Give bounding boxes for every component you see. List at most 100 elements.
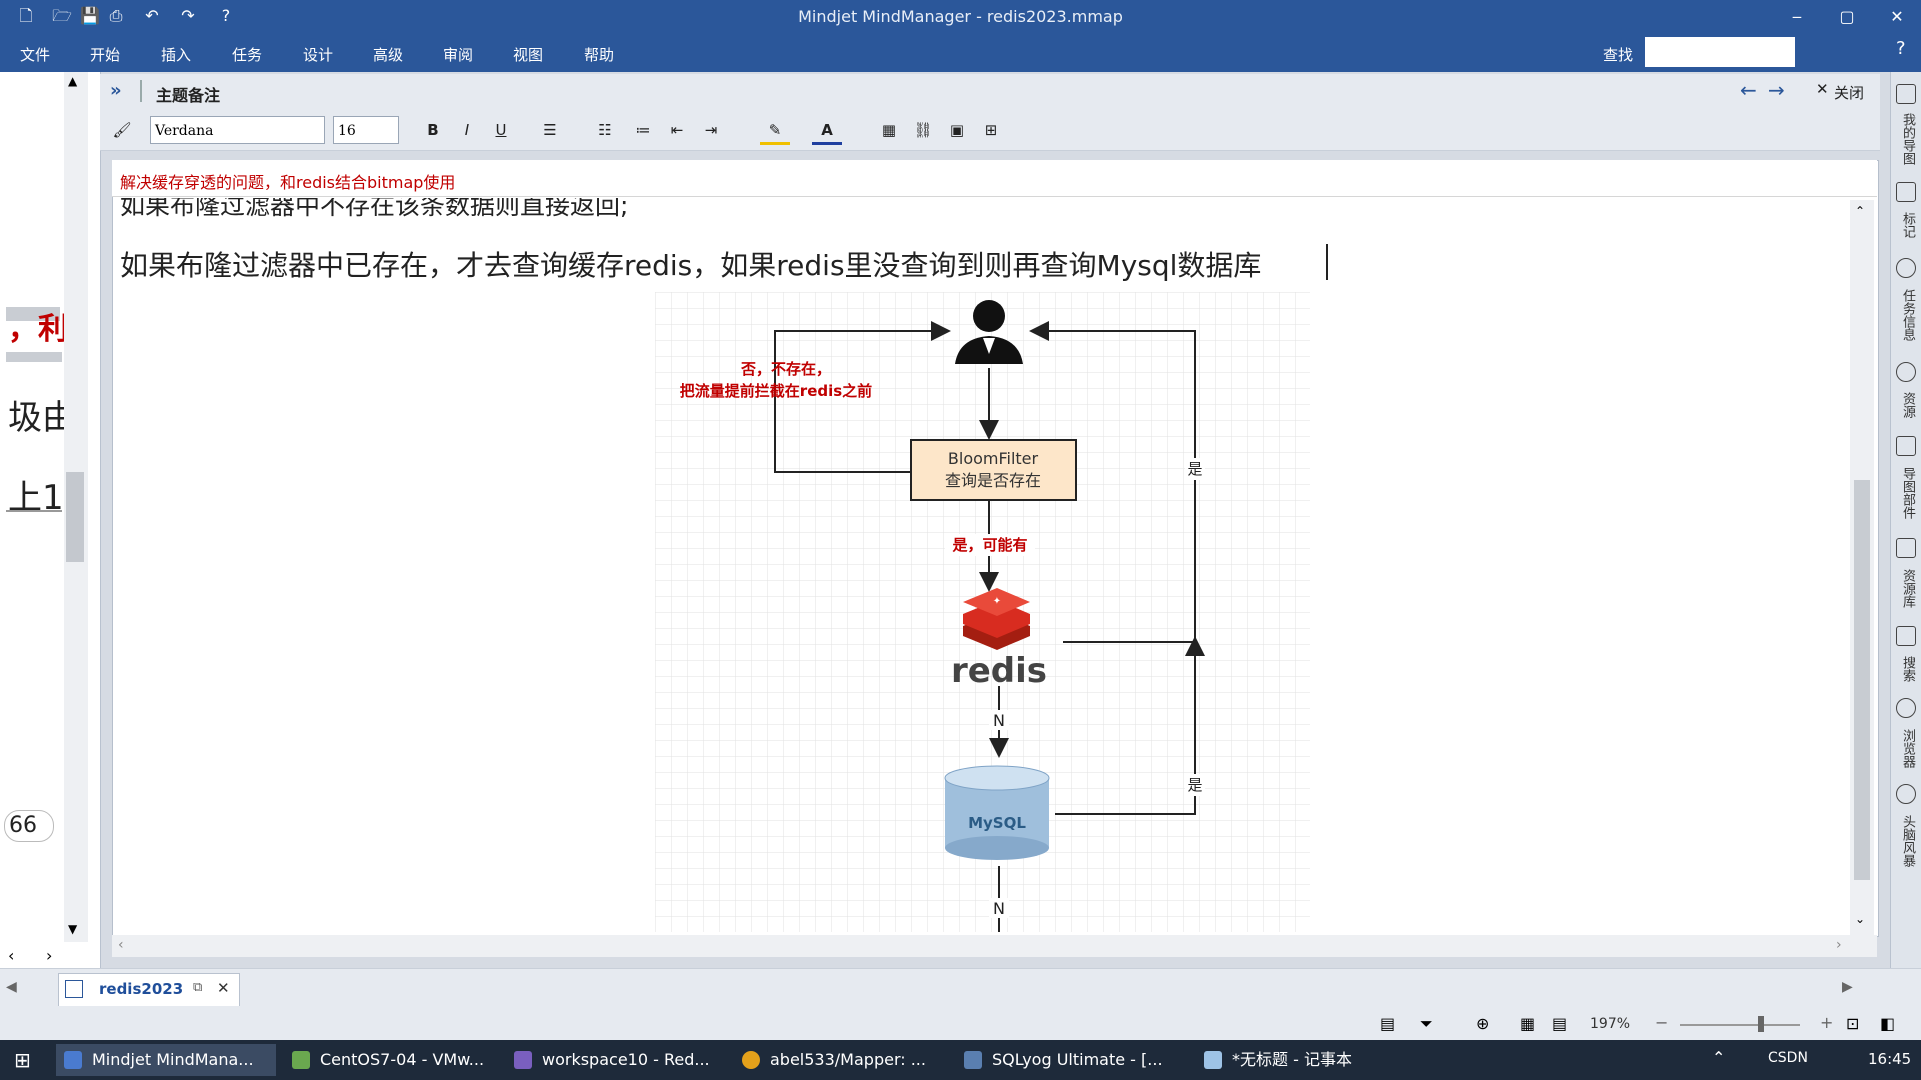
font-color-icon[interactable]: A	[812, 118, 842, 145]
scroll-down-icon[interactable]: ▼	[68, 922, 77, 936]
numbered-list-icon[interactable]: ☷	[590, 118, 620, 142]
dock-task-info[interactable]: 任务信息	[1895, 284, 1917, 346]
my-maps-icon[interactable]	[1896, 84, 1916, 104]
nav-left-icon[interactable]: ‹	[8, 946, 14, 965]
menu-design[interactable]: 设计	[303, 44, 333, 65]
search-dock-icon[interactable]	[1896, 626, 1916, 646]
task-workspace[interactable]: workspace10 - Red...	[506, 1044, 726, 1076]
task-mindmanager[interactable]: Mindjet MindMana...	[56, 1044, 276, 1076]
page-layout-icon[interactable]: ▤	[1380, 1014, 1395, 1033]
resources-icon[interactable]	[1896, 362, 1916, 382]
brainstorm-icon[interactable]	[1896, 784, 1916, 804]
menu-file[interactable]: 文件	[20, 44, 50, 65]
library-icon[interactable]	[1896, 538, 1916, 558]
expand-icon[interactable]: »	[110, 80, 122, 101]
help-icon[interactable]: ?	[1896, 38, 1906, 59]
focus-icon[interactable]: ⊕	[1476, 1014, 1489, 1033]
editor-scroll-thumb[interactable]	[1854, 480, 1870, 880]
dock-brainstorm[interactable]: 头脑风暴	[1895, 810, 1917, 872]
bold-button[interactable]: B	[422, 118, 444, 142]
dock-my-maps[interactable]: 我的导图	[1895, 110, 1917, 168]
tab-scroll-right-icon[interactable]: ▶	[1842, 979, 1853, 995]
tab-label: redis2023	[99, 980, 184, 998]
search-input[interactable]	[1645, 37, 1795, 67]
insert-object-icon[interactable]: ⊞	[976, 118, 1006, 142]
menu-insert[interactable]: 插入	[161, 44, 191, 65]
notes-main-line[interactable]: 如果布隆过滤器中已存在，才去查询缓存redis，如果redis里没查询到则再查询…	[120, 244, 1261, 284]
editor-scroll-up-icon[interactable]: ⌃	[1855, 204, 1865, 218]
tab-redis2023[interactable]: redis2023 ⧉ ✕	[58, 973, 240, 1006]
filter-icon[interactable]: ⏷	[1420, 1014, 1433, 1034]
scroll-up-icon[interactable]: ▲	[68, 74, 77, 88]
markers-icon[interactable]	[1896, 182, 1916, 202]
minimize-button[interactable]: ‒	[1775, 0, 1819, 34]
highlight-color-icon[interactable]: ✎	[760, 118, 790, 145]
tab-close-icon[interactable]: ✕	[217, 979, 230, 997]
task-info-icon[interactable]	[1896, 258, 1916, 278]
link-icon[interactable]: ⛓	[908, 118, 938, 142]
panel-toggle-icon[interactable]: ◧	[1880, 1014, 1895, 1033]
dock-markers[interactable]: 标记	[1895, 208, 1917, 242]
menu-view[interactable]: 视图	[513, 44, 543, 65]
dock-search[interactable]: 搜索	[1895, 652, 1917, 686]
forward-arrow-icon[interactable]: →	[1768, 78, 1785, 102]
editor-vertical-scrollbar[interactable]: ⌃ ⌄	[1850, 200, 1874, 935]
start-icon[interactable]: ⊞	[14, 1048, 31, 1072]
task-chrome[interactable]: abel533/Mapper: ...	[734, 1044, 948, 1076]
zoom-in-icon[interactable]: +	[1820, 1013, 1833, 1032]
font-name-select[interactable]: Verdana	[150, 116, 325, 144]
hscroll-right-icon[interactable]: ›	[1836, 937, 1842, 953]
dock-browser[interactable]: 浏览器	[1895, 724, 1917, 772]
menu-task[interactable]: 任务	[232, 44, 262, 65]
map-view-icon[interactable]: ▦	[1520, 1014, 1535, 1033]
back-arrow-icon[interactable]: ←	[1740, 78, 1757, 102]
tab-pin-icon[interactable]: ⧉	[193, 980, 202, 995]
editor-horizontal-scrollbar[interactable]: ‹ ›	[112, 935, 1877, 957]
format-painter-icon[interactable]: 🖌	[110, 118, 134, 142]
close-window-button[interactable]: ✕	[1875, 0, 1919, 34]
tray-up-icon[interactable]: ⌃	[1712, 1048, 1725, 1067]
zoom-slider[interactable]	[1680, 1024, 1800, 1026]
map-fragment-1: ，利	[8, 312, 68, 347]
map-parts-icon[interactable]	[1896, 436, 1916, 456]
dock-map-parts[interactable]: 导图部件	[1895, 462, 1917, 524]
notes-cut-line: 如果布隆过滤器中不存在该条数据则直接返回;	[120, 198, 629, 220]
title-bar: 🗋 🗁 💾 ⎙ ↶ ↷ ? Mindjet MindManager - redi…	[0, 0, 1921, 34]
hscroll-left-icon[interactable]: ‹	[118, 937, 124, 953]
outline-view-icon[interactable]: ▤	[1552, 1014, 1567, 1033]
align-left-icon[interactable]: ☰	[530, 118, 570, 142]
browser-icon[interactable]	[1896, 698, 1916, 718]
bloom-label-2: 查询是否存在	[945, 471, 1041, 490]
menu-advanced[interactable]: 高级	[373, 44, 403, 65]
left-vertical-scrollbar[interactable]: ▲ ▼	[64, 72, 88, 942]
menu-review[interactable]: 审阅	[443, 44, 473, 65]
maximize-button[interactable]: ▢	[1825, 0, 1869, 34]
flow-diagram: BloomFilter 查询是否存在 否，不存在， 把流量提前拦截在redis之…	[655, 292, 1310, 932]
table-icon[interactable]: ▦	[874, 118, 904, 142]
bullet-list-icon[interactable]: ≔	[628, 118, 658, 142]
task-sqlyog[interactable]: SQLyog Ultimate - [...	[956, 1044, 1188, 1076]
editor-scroll-down-icon[interactable]: ⌄	[1855, 912, 1865, 926]
image-icon[interactable]: ▣	[942, 118, 972, 142]
fit-map-icon[interactable]: ⊡	[1846, 1014, 1859, 1033]
decrease-indent-icon[interactable]: ⇤	[662, 118, 692, 142]
zoom-slider-thumb[interactable]	[1758, 1016, 1764, 1032]
no-label-1: 否，不存在，	[740, 360, 831, 378]
font-size-select[interactable]: 16	[333, 116, 399, 144]
menu-help[interactable]: 帮助	[584, 44, 614, 65]
tab-scroll-left-icon[interactable]: ◀	[6, 979, 17, 995]
increase-indent-icon[interactable]: ⇥	[696, 118, 726, 142]
scroll-thumb[interactable]	[66, 472, 84, 562]
close-notes-button[interactable]: 关闭	[1834, 82, 1864, 103]
close-notes-icon[interactable]: ✕	[1816, 80, 1829, 98]
menu-home[interactable]: 开始	[90, 44, 120, 65]
nav-right-icon[interactable]: ›	[46, 946, 52, 965]
italic-button[interactable]: I	[456, 118, 478, 142]
dock-resources[interactable]: 资源	[1895, 388, 1917, 422]
zoom-out-icon[interactable]: −	[1655, 1013, 1668, 1032]
task-notepad[interactable]: *无标题 - 记事本	[1196, 1044, 1406, 1076]
underline-button[interactable]: U	[490, 118, 512, 142]
menu-bar: 文件 开始 插入 任务 设计 高级 审阅 视图 帮助 查找 ?	[0, 34, 1921, 72]
dock-library[interactable]: 资源库	[1895, 564, 1917, 612]
task-vmware[interactable]: CentOS7-04 - VMw...	[284, 1044, 498, 1076]
